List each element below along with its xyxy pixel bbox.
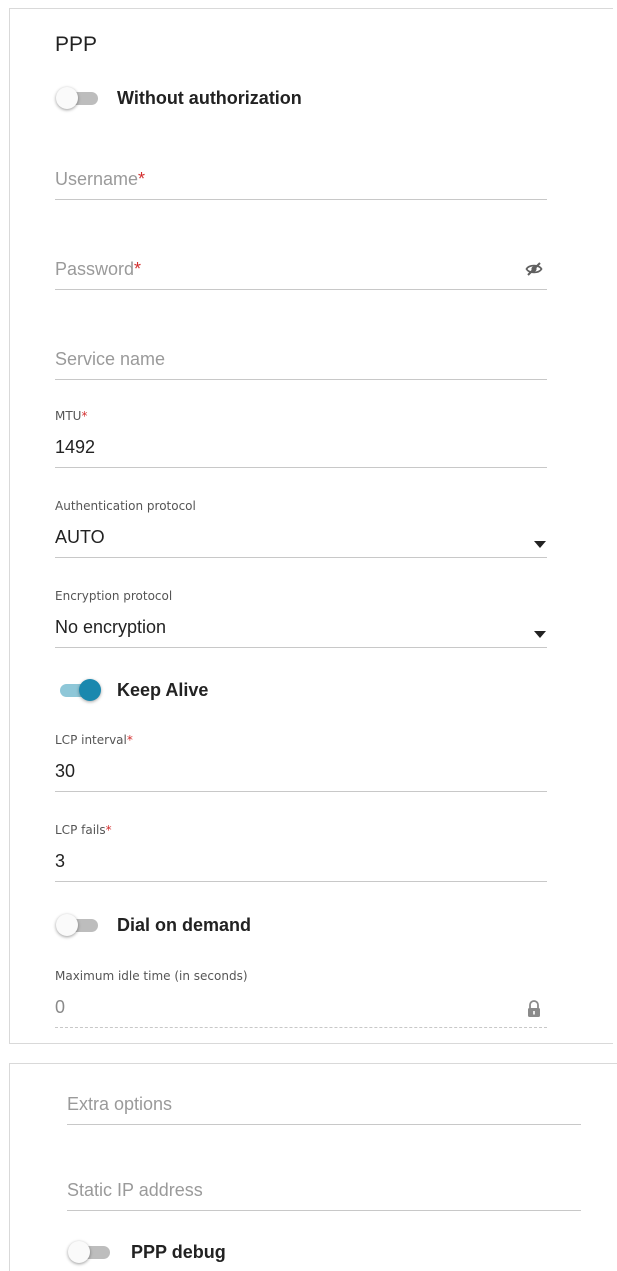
service-name-field[interactable]: Service name [55, 339, 547, 381]
lock-icon [527, 1000, 541, 1023]
keep-alive-label: Keep Alive [117, 680, 209, 700]
section-title: PPP [55, 33, 98, 56]
without-authorization-toggle[interactable] [56, 85, 102, 111]
password-placeholder: Password* [55, 259, 142, 279]
eye-slash-icon[interactable] [525, 260, 543, 283]
caret-down-icon[interactable] [534, 535, 546, 553]
mtu-value: 1492 [55, 437, 96, 457]
mtu-label: MTU* [55, 409, 88, 423]
without-authorization-label: Without authorization [117, 88, 302, 108]
ppp-debug-toggle[interactable] [68, 1239, 114, 1265]
max-idle-time-field: Maximum idle time (in seconds) 0 [55, 967, 547, 1029]
extra-options-field[interactable]: Extra options [67, 1084, 581, 1126]
lcp-interval-label: LCP interval* [55, 733, 133, 747]
ppp-settings-panel: PPP Without authorization Username* Pass… [9, 8, 613, 1044]
static-ip-address-placeholder: Static IP address [67, 1180, 203, 1200]
ppp-debug-label: PPP debug [131, 1242, 226, 1262]
password-field[interactable]: Password* [55, 249, 547, 291]
encryption-protocol-value: No encryption [55, 617, 167, 637]
extra-options-placeholder: Extra options [67, 1094, 173, 1114]
lcp-interval-value: 30 [55, 761, 76, 781]
authentication-protocol-value: AUTO [55, 527, 105, 547]
lcp-fails-value: 3 [55, 851, 66, 871]
mtu-field[interactable]: MTU* 1492 [55, 407, 547, 469]
service-name-placeholder: Service name [55, 349, 166, 369]
lcp-interval-field[interactable]: LCP interval* 30 [55, 731, 547, 793]
authentication-protocol-select[interactable]: Authentication protocol AUTO [55, 497, 547, 559]
username-placeholder: Username* [55, 169, 146, 189]
encryption-protocol-label: Encryption protocol [55, 589, 173, 603]
dial-on-demand-toggle[interactable] [56, 912, 102, 938]
encryption-protocol-select[interactable]: Encryption protocol No encryption [55, 587, 547, 649]
static-ip-address-field[interactable]: Static IP address [67, 1170, 581, 1212]
caret-down-icon[interactable] [534, 625, 546, 643]
authentication-protocol-label: Authentication protocol [55, 499, 196, 513]
keep-alive-toggle[interactable] [56, 677, 102, 703]
extra-settings-panel: Extra options Static IP address PPP debu… [9, 1063, 617, 1271]
max-idle-time-label: Maximum idle time (in seconds) [55, 969, 248, 983]
lcp-fails-label: LCP fails* [55, 823, 112, 837]
max-idle-time-value: 0 [55, 997, 66, 1017]
dial-on-demand-label: Dial on demand [117, 915, 252, 935]
lcp-fails-field[interactable]: LCP fails* 3 [55, 821, 547, 883]
username-field[interactable]: Username* [55, 159, 547, 201]
